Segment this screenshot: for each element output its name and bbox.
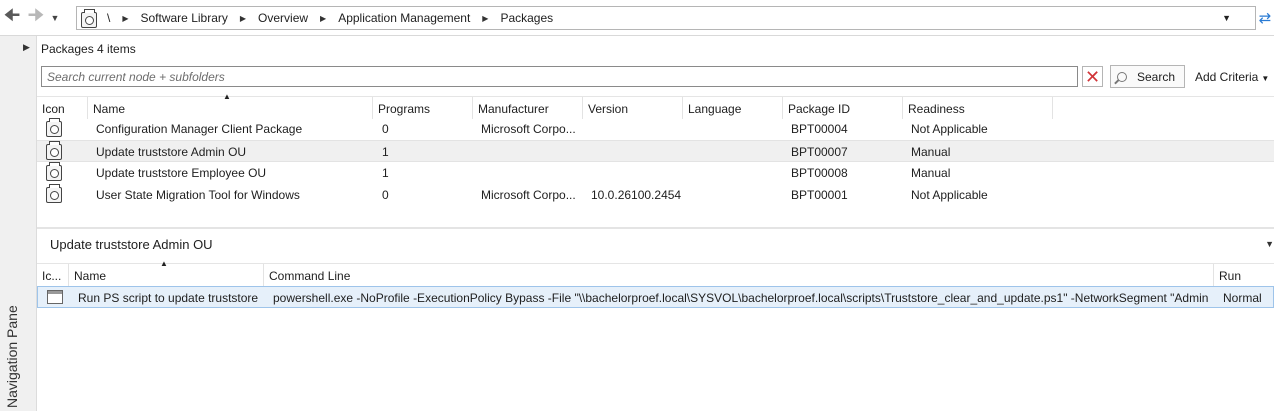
cell-name: Update truststore Admin OU	[96, 145, 247, 159]
expand-pane-icon[interactable]: ▶	[23, 42, 30, 53]
back-arrow-icon[interactable]: 🠈	[0, 0, 24, 36]
details-grid-header: Ic... Name ▲ Command Line Run	[37, 259, 1274, 286]
cell-programs: 0	[382, 188, 389, 202]
details-pane: Update truststore Admin OU ▼ Ic... Name …	[37, 227, 1274, 411]
cell-readiness: Not Applicable	[911, 122, 988, 136]
cell-readiness: Manual	[911, 166, 951, 180]
table-row[interactable]: Configuration Manager Client Package 0 M…	[37, 118, 1274, 140]
column-header-programs[interactable]: Programs	[373, 97, 473, 119]
forward-arrow-icon[interactable]: 🠊	[24, 0, 48, 36]
history-dropdown-icon[interactable]: ▼	[48, 13, 62, 23]
chevron-right-icon[interactable]: ▶	[482, 14, 488, 23]
column-header-package-id[interactable]: Package ID	[783, 97, 903, 119]
refresh-icon[interactable]: ⇄	[1256, 6, 1274, 30]
table-row[interactable]: Update truststore Employee OU 1 BPT00008…	[37, 162, 1274, 184]
chevron-down-icon: ▼	[1261, 74, 1270, 83]
cell-package-id: BPT00008	[791, 166, 848, 180]
cell-programs: 1	[382, 166, 389, 180]
chevron-down-icon[interactable]: ▼	[1265, 239, 1274, 249]
cell-program-name: Run PS script to update truststore	[78, 291, 259, 305]
cell-version: 10.0.26100.2454	[591, 188, 682, 202]
breadcrumb-item[interactable]: Application Management	[338, 11, 470, 25]
cell-readiness: Manual	[911, 145, 951, 159]
cell-manufacturer: Microsoft Corpo...	[481, 188, 576, 202]
cell-package-id: BPT00007	[791, 145, 848, 159]
cell-programs: 1	[382, 145, 389, 159]
breadcrumb-root: \	[107, 11, 111, 25]
search-button-label: Search	[1137, 69, 1176, 84]
navigation-pane: ▶ Navigation Pane	[0, 36, 37, 411]
program-row[interactable]: Run PS script to update truststore power…	[37, 286, 1274, 308]
cell-package-id: BPT00004	[791, 122, 848, 136]
column-header-icon[interactable]: Icon	[37, 97, 88, 119]
table-row[interactable]: User State Migration Tool for Windows 0 …	[37, 184, 1274, 206]
program-icon	[47, 290, 63, 304]
package-icon	[81, 8, 97, 28]
grid-header: Icon Name ▲ Programs Manufacturer Versio…	[37, 92, 1274, 119]
navigation-pane-label[interactable]: Navigation Pane	[4, 305, 20, 408]
breadcrumb-item[interactable]: Packages	[500, 11, 553, 25]
package-icon	[46, 162, 62, 181]
add-criteria-button[interactable]: Add Criteria ▼	[1195, 70, 1269, 84]
cell-manufacturer: Microsoft Corpo...	[481, 122, 576, 136]
details-title: Update truststore Admin OU	[50, 237, 213, 252]
column-header-manufacturer[interactable]: Manufacturer	[473, 97, 583, 119]
chevron-right-icon[interactable]: ▶	[320, 14, 326, 23]
sort-ascending-icon: ▲	[160, 259, 168, 268]
chevron-right-icon[interactable]: ▶	[240, 14, 246, 23]
column-header-icon[interactable]: Ic...	[37, 264, 69, 286]
address-bar: 🠈 🠊 ▼ \ ▶ Software Library ▶ Overview ▶ …	[0, 0, 1274, 36]
clear-icon: ✕	[1084, 66, 1101, 87]
table-row-selected[interactable]: Update truststore Admin OU 1 BPT00007 Ma…	[37, 140, 1274, 162]
main-content: Packages 4 items ✕ Search Add Criteria▼ …	[37, 36, 1274, 411]
search-button[interactable]: Search	[1110, 65, 1185, 88]
chevron-down-icon[interactable]: ▼	[1222, 13, 1231, 23]
chevron-right-icon[interactable]: ▶	[122, 14, 128, 23]
cell-name: Configuration Manager Client Package	[96, 122, 303, 136]
package-icon	[46, 141, 62, 160]
cell-programs: 0	[382, 122, 389, 136]
column-header-language[interactable]: Language	[683, 97, 783, 119]
column-header-version[interactable]: Version	[583, 97, 683, 119]
breadcrumb-item[interactable]: Software Library	[141, 11, 228, 25]
cell-command-line: powershell.exe -NoProfile -ExecutionPoli…	[273, 291, 1208, 305]
cell-name: Update truststore Employee OU	[96, 166, 267, 180]
cell-name: User State Migration Tool for Windows	[96, 188, 300, 202]
add-criteria-label: Add Criteria	[1195, 70, 1259, 84]
breadcrumb[interactable]: \ ▶ Software Library ▶ Overview ▶ Applic…	[76, 6, 1256, 30]
cell-run: Normal	[1223, 291, 1262, 305]
breadcrumb-item[interactable]: Overview	[258, 11, 308, 25]
clear-search-button[interactable]: ✕	[1082, 66, 1103, 87]
packages-grid: Icon Name ▲ Programs Manufacturer Versio…	[37, 92, 1274, 206]
page-title: Packages 4 items	[41, 42, 136, 56]
package-icon	[46, 184, 62, 203]
package-icon	[46, 118, 62, 137]
column-header-command-line[interactable]: Command Line	[264, 264, 1214, 286]
sort-ascending-icon: ▲	[223, 92, 231, 101]
cell-readiness: Not Applicable	[911, 188, 988, 202]
cell-package-id: BPT00001	[791, 188, 848, 202]
search-icon	[1117, 71, 1127, 82]
search-input[interactable]	[41, 66, 1078, 87]
column-header-readiness[interactable]: Readiness	[903, 97, 1053, 119]
column-header-run[interactable]: Run	[1214, 264, 1274, 286]
